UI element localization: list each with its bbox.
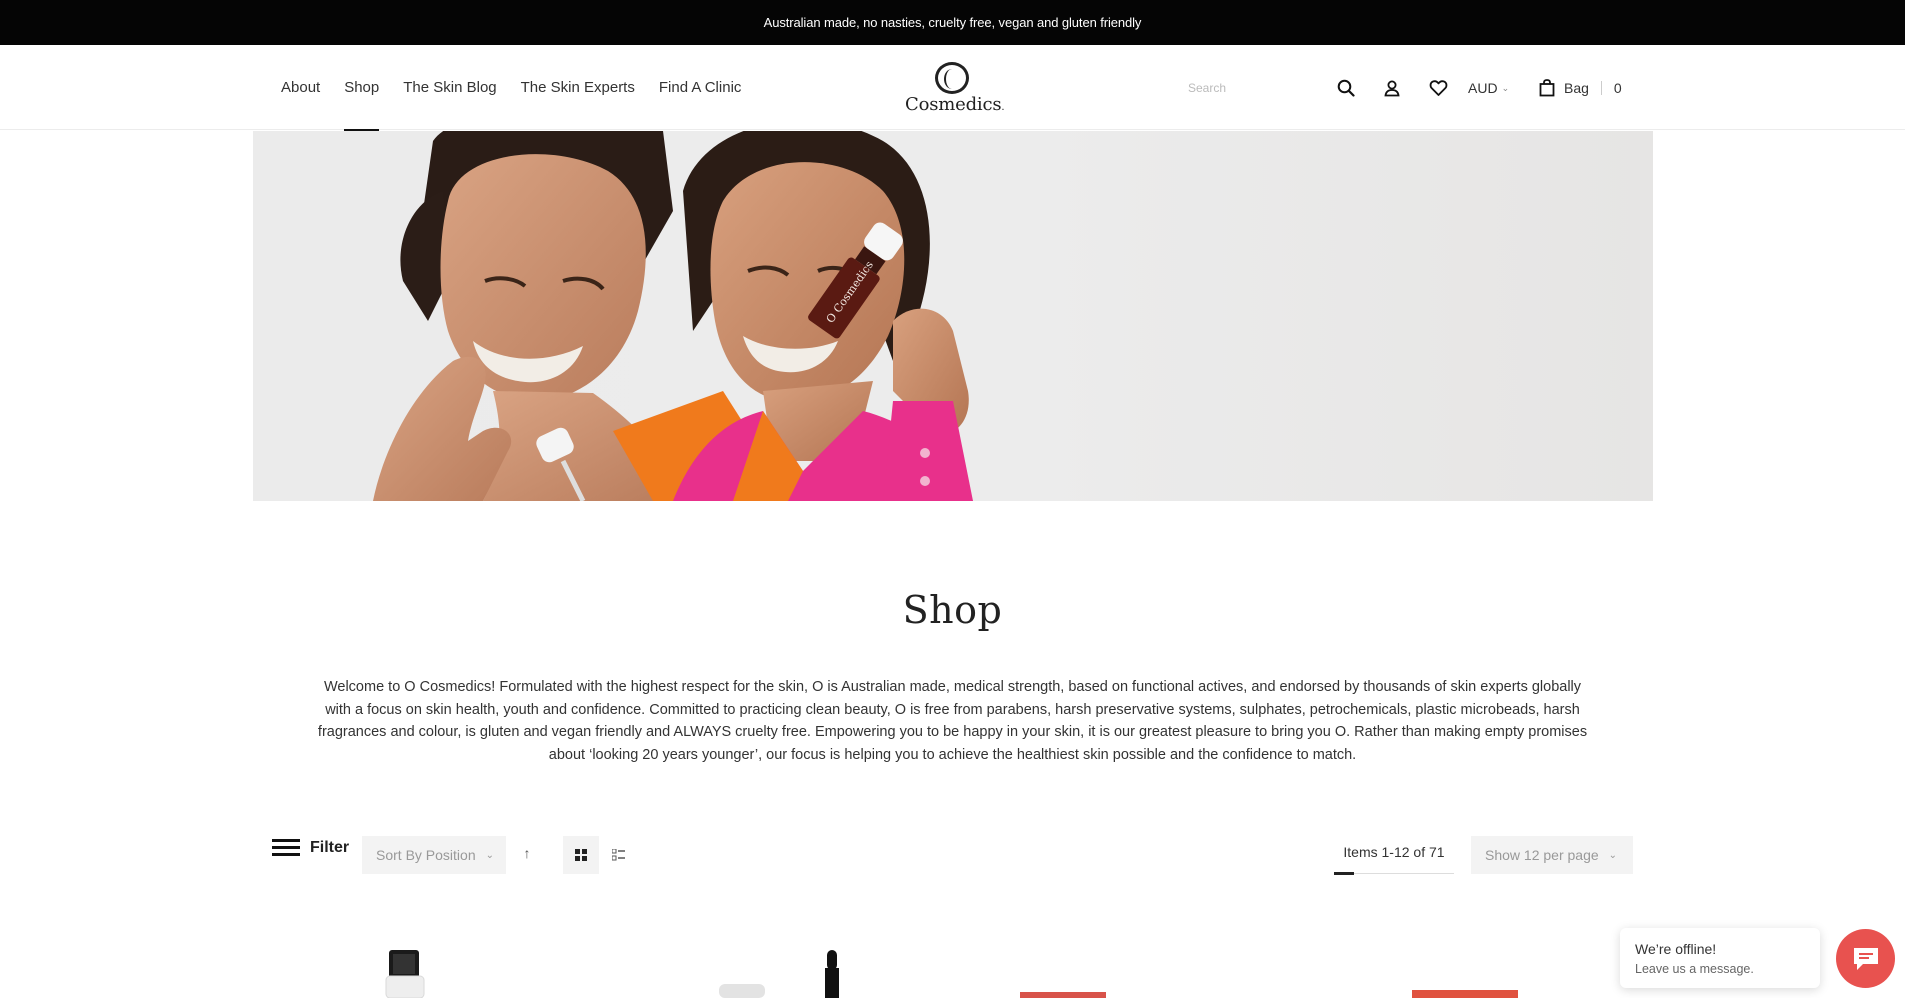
currency-label: AUD [1468, 80, 1498, 96]
product-image[interactable] [715, 940, 855, 998]
search-input[interactable] [1188, 74, 1338, 102]
bag-count: 0 [1613, 80, 1622, 96]
chevron-down-icon: ⌄ [1608, 849, 1618, 861]
list-view-icon[interactable] [608, 836, 628, 874]
nav-item-find-a-clinic[interactable]: Find A Clinic [659, 45, 742, 130]
bag-label: Bag [1564, 80, 1589, 96]
sort-label: Sort By Position [376, 847, 476, 863]
hero-image: O Cosmedics [373, 131, 973, 501]
wishlist-heart-icon[interactable] [1428, 78, 1448, 98]
per-page-label: Show 12 per page [1485, 847, 1599, 863]
nav-item-skin-blog[interactable]: The Skin Blog [403, 45, 496, 130]
chat-icon [1853, 947, 1878, 970]
account-icon[interactable] [1382, 78, 1402, 98]
nav-item-about[interactable]: About [281, 45, 320, 130]
filter-label: Filter [310, 839, 350, 856]
product-toolbar: Filter Sort By Position ⌄ ↑ Items 1-12 of… [0, 836, 1905, 875]
grid-view-icon[interactable] [563, 836, 599, 874]
logo-wordmark: Cosmedics. [905, 94, 1005, 119]
search-icon[interactable] [1336, 78, 1356, 98]
page-title: Shop [902, 588, 1003, 632]
chat-status: We’re offline! [1635, 941, 1717, 957]
shopping-bag-icon [1539, 79, 1555, 97]
per-page-select[interactable]: Show 12 per page ⌄ [1471, 836, 1633, 874]
logo-mark [935, 62, 969, 94]
bag-divider [1600, 81, 1602, 95]
currency-selector[interactable]: AUD ⌄ [1468, 78, 1509, 98]
announcement-text: Australian made, no nasties, cruelty fre… [763, 15, 1142, 30]
product-image[interactable] [1410, 940, 1520, 998]
menu-icon [272, 839, 300, 857]
sort-select[interactable]: Sort By Position ⌄ [362, 836, 506, 874]
site-logo[interactable]: Cosmedics. [905, 62, 1005, 119]
sort-direction-arrow-up-icon[interactable]: ↑ [520, 845, 534, 865]
product-image[interactable] [380, 940, 430, 998]
chevron-down-icon: ⌄ [1501, 83, 1510, 93]
site-header: About Shop The Skin Blog The Skin Expert… [0, 45, 1905, 131]
chat-offline-panel[interactable]: We’re offline! Leave us a message. [1620, 928, 1820, 988]
nav-item-skin-experts[interactable]: The Skin Experts [521, 45, 635, 130]
filter-button[interactable]: Filter [272, 839, 349, 857]
chat-prompt: Leave us a message. [1635, 962, 1754, 976]
bag-button[interactable]: Bag 0 [1539, 78, 1622, 98]
nav-item-shop[interactable]: Shop [344, 45, 380, 131]
chevron-down-icon: ⌄ [485, 849, 494, 861]
items-count: Items 1-12 of 71 [1334, 836, 1454, 875]
main-nav: About Shop The Skin Blog The Skin Expert… [281, 45, 765, 131]
hero-banner: O Cosmedics [253, 131, 1653, 501]
chat-bubble-button[interactable] [1836, 929, 1895, 988]
logo-word: Cosmedics [905, 94, 1002, 115]
logo-trademark: . [1001, 102, 1005, 113]
announcement-bar: Australian made, no nasties, cruelty fre… [0, 0, 1905, 45]
product-image[interactable] [1018, 940, 1108, 998]
page-description: Welcome to O Cosmedics! Formulated with … [317, 679, 1588, 763]
